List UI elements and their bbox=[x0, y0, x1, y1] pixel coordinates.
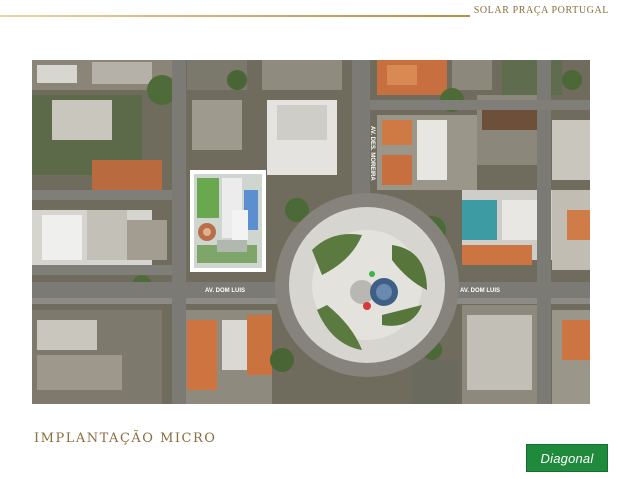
street-label-av-dom-luis-right: AV. DOM LUIS bbox=[460, 288, 500, 294]
aerial-map: AV. DOM LUIS AV. DOM LUIS AV. DES. MOREI… bbox=[32, 60, 590, 404]
header-divider-line bbox=[0, 15, 470, 17]
header-title: SOLAR PRAÇA PORTUGAL bbox=[473, 5, 609, 16]
aerial-map-svg: AV. DOM LUIS AV. DOM LUIS AV. DES. MOREI… bbox=[32, 60, 590, 404]
diagonal-logo: Diagonal bbox=[526, 444, 608, 472]
street-label-av-des-moreira: AV. DES. MOREIRA bbox=[369, 126, 375, 181]
logo-text: Diagonal bbox=[540, 450, 594, 466]
section-title: IMPLANTAÇÃO MICRO bbox=[34, 431, 217, 446]
street-label-av-dom-luis-left: AV. DOM LUIS bbox=[205, 288, 245, 294]
